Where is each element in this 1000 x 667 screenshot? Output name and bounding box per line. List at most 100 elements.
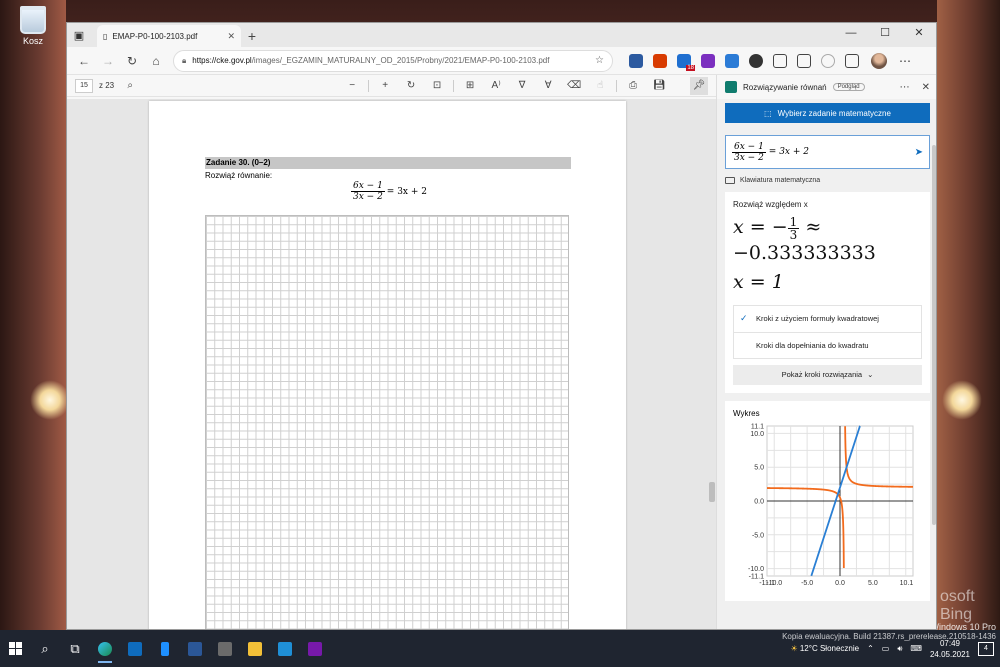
select-area-icon: ⬚: [764, 108, 772, 118]
draw-icon[interactable]: ∇: [512, 80, 532, 91]
phone-link-icon[interactable]: [150, 634, 180, 664]
graph-x-tick-label: 0.0: [835, 580, 845, 587]
tab-pdf[interactable]: ▯ EMAP-P0-100-2103.pdf ✕: [97, 25, 241, 47]
word-icon[interactable]: [180, 634, 210, 664]
save-icon[interactable]: 💾︎: [649, 80, 669, 91]
url-host: https://cke.gov.pl: [192, 56, 252, 65]
search-icon[interactable]: ⌕: [30, 634, 60, 664]
settings-more-icon[interactable]: ⋯: [899, 54, 911, 68]
input-fraction: 6x − 1 3x − 2: [732, 142, 766, 163]
page-view-icon[interactable]: ⊞: [460, 80, 480, 91]
page-number-input[interactable]: 15: [75, 78, 93, 93]
mail-icon[interactable]: [120, 634, 150, 664]
select-problem-button[interactable]: ⬚ Wybierz zadanie matematyczne: [725, 103, 930, 123]
recycle-bin-icon[interactable]: Kosz: [16, 6, 50, 46]
notifications-icon[interactable]: 4: [978, 641, 994, 656]
onenote-icon[interactable]: [300, 634, 330, 664]
favorite-star-icon[interactable]: ☆: [595, 55, 604, 66]
search-icon[interactable]: ⌕: [120, 80, 140, 91]
keyboard-icon: [725, 177, 735, 184]
window-controls: — ☐ ✕: [834, 23, 936, 43]
solution-2: x = 1: [733, 270, 922, 295]
math-solver-logo-icon: [725, 81, 737, 93]
pdf-scrollbar[interactable]: [709, 482, 715, 502]
new-tab-button[interactable]: +: [241, 25, 263, 47]
photos-icon[interactable]: [270, 634, 300, 664]
active-indicator: [98, 660, 112, 663]
network-icon[interactable]: ▭: [882, 644, 890, 653]
select-problem-label: Wybierz zadanie matematyczne: [777, 108, 891, 118]
extension-badge-icon[interactable]: 18: [677, 53, 695, 71]
toolbar-divider: [453, 79, 455, 92]
forward-icon[interactable]: →: [97, 50, 119, 72]
share-icon[interactable]: [845, 53, 859, 68]
address-bar[interactable]: 🔒︎ https://cke.gov.pl/images/_EGZAMIN_MA…: [173, 49, 613, 72]
start-windows-icon[interactable]: [0, 634, 30, 664]
pdf-viewer: Zadanie 30. (0–2) Rozwiąż równanie: 6x −…: [67, 99, 716, 629]
calculator-icon[interactable]: [210, 634, 240, 664]
tab-title: EMAP-P0-100-2103.pdf: [112, 31, 198, 41]
extension-icon[interactable]: [749, 53, 763, 68]
language-icon[interactable]: ⌨: [910, 644, 922, 653]
math-keyboard-toggle[interactable]: Klawiatura matematyczna: [725, 177, 930, 184]
extension-puzzle-icon[interactable]: [773, 53, 787, 68]
show-steps-button[interactable]: Pokaż kroki rozwiązania ⌄: [733, 364, 922, 385]
volume-icon[interactable]: 🔊︎: [897, 644, 902, 654]
back-icon[interactable]: ←: [73, 50, 95, 72]
print-icon[interactable]: ⎙: [623, 80, 643, 91]
tab-close-icon[interactable]: ✕: [227, 31, 235, 42]
zoom-out-icon[interactable]: −: [342, 80, 362, 91]
graph-x-tick-label: -5.0: [801, 580, 813, 587]
panel-scrollbar[interactable]: [932, 145, 936, 525]
solution-1-frac-den: 3: [789, 227, 798, 242]
minimize-button[interactable]: —: [834, 23, 868, 43]
solution-1-frac-num: 1: [787, 214, 800, 229]
method-quadratic-formula[interactable]: ✓ Kroki z użyciem formuły kwadratowej: [734, 306, 921, 332]
lock-icon: 🔒︎: [182, 55, 187, 65]
more-options-icon[interactable]: ⋯: [900, 82, 910, 93]
weather-widget[interactable]: ☀ 12°C Słonecznie: [790, 644, 859, 653]
office-icon[interactable]: [653, 53, 667, 68]
graph-y-tick-label: 5.0: [754, 464, 764, 471]
edge-browser-icon[interactable]: [90, 634, 120, 664]
profile-avatar[interactable]: [871, 52, 887, 69]
fit-page-icon[interactable]: ⊡: [427, 80, 447, 91]
touch-icon[interactable]: ☝: [590, 80, 610, 91]
pdf-page: Zadanie 30. (0–2) Rozwiąż równanie: 6x −…: [149, 101, 626, 629]
solution-1-decimal: −0.333333333: [733, 241, 876, 264]
pin-toolbar-icon[interactable]: 📌︎: [690, 76, 708, 95]
favorites-icon[interactable]: [821, 53, 835, 68]
eraser-icon[interactable]: ⌫: [564, 80, 584, 91]
highlight-icon[interactable]: ∀: [538, 80, 558, 91]
math-input-field[interactable]: 6x − 1 3x − 2 = 3x + 2 ➤: [725, 135, 930, 169]
sun-icon: ☀: [790, 644, 798, 653]
close-panel-icon[interactable]: ✕: [922, 82, 930, 93]
graph-x-tick-label: -10.0: [766, 580, 782, 587]
chevron-up-icon[interactable]: ⌃: [867, 644, 874, 653]
rotate-icon[interactable]: ↻: [401, 80, 421, 91]
file-explorer-icon[interactable]: [240, 634, 270, 664]
tab-actions-icon[interactable]: ▣: [67, 23, 91, 47]
answer-grid: [205, 215, 569, 629]
collections-icon[interactable]: [797, 53, 811, 68]
function-graph[interactable]: 11.110.05.00.0-5.0-10.0-11.1-11.1-10.0 -5…: [733, 418, 923, 588]
send-icon[interactable]: ➤: [915, 147, 923, 158]
home-icon[interactable]: ⌂: [145, 50, 167, 72]
graph-x-tick-label: 5.0: [868, 580, 878, 587]
task-view-icon[interactable]: ⧉: [60, 634, 90, 664]
extension-icon[interactable]: [725, 53, 739, 68]
method-quadratic-label: Kroki z użyciem formuły kwadratowej: [756, 314, 879, 323]
refresh-icon[interactable]: ↻: [121, 50, 143, 72]
title-bar: ▣ ▯ EMAP-P0-100-2103.pdf ✕ + — ☐ ✕: [67, 23, 936, 47]
read-aloud-icon[interactable]: A⁾: [486, 80, 506, 91]
url-path: /images/_EGZAMIN_MATURALNY_OD_2015/Probn…: [251, 56, 550, 65]
zoom-in-icon[interactable]: +: [375, 80, 395, 91]
solution-card: Rozwiąż względem x x = −1 3 ≈ −0.33333333…: [725, 192, 930, 393]
extension-icon[interactable]: [701, 53, 715, 68]
close-window-button[interactable]: ✕: [902, 23, 936, 43]
maximize-button[interactable]: ☐: [868, 23, 902, 43]
extension-icon[interactable]: [629, 53, 643, 68]
graph-y-tick-label: 11.1: [751, 423, 764, 430]
method-complete-square[interactable]: Kroki dla dopełniania do kwadratu: [734, 331, 921, 358]
solver-header: Rozwiązywanie równań Podgląd ⋯ ✕: [717, 75, 936, 99]
